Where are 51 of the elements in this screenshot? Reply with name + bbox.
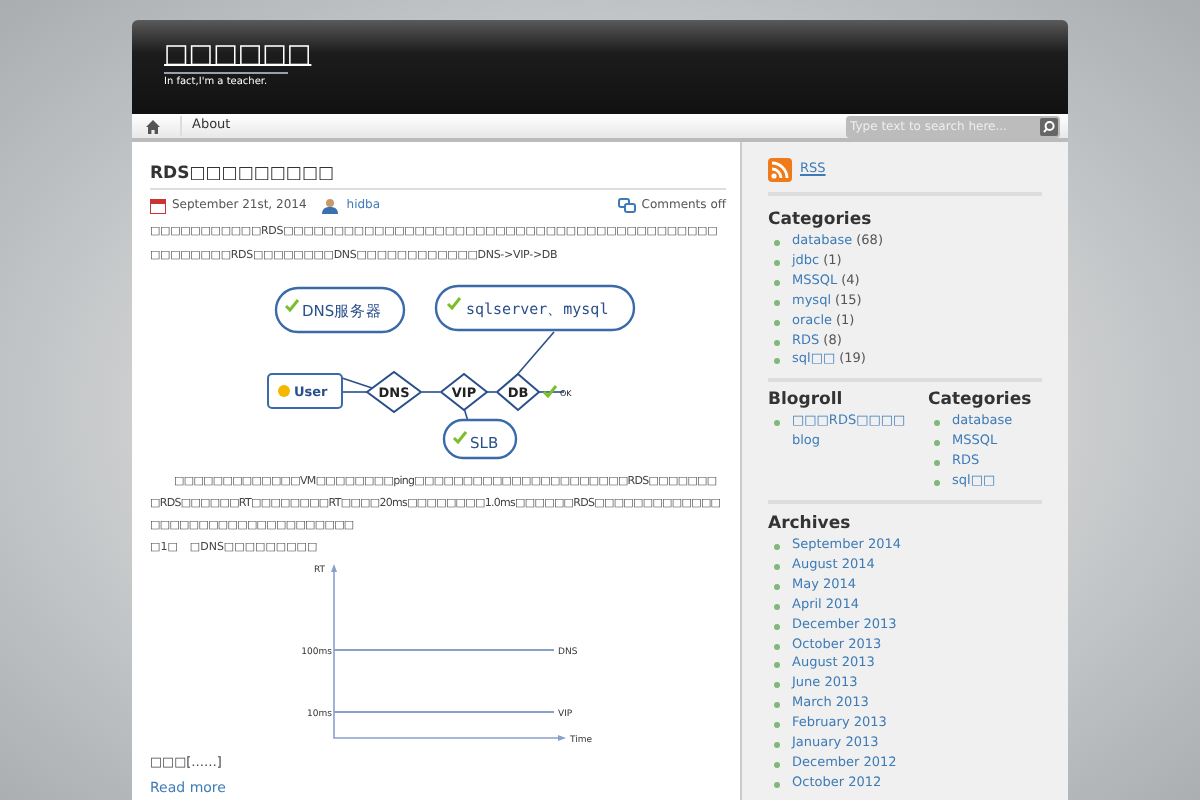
bullet-icon xyxy=(774,682,780,689)
bullet-icon xyxy=(934,460,940,467)
bullet-icon xyxy=(934,420,940,427)
bullet-icon xyxy=(774,781,780,788)
bullet-icon xyxy=(934,440,940,447)
diamond-shape xyxy=(495,372,541,412)
post-title[interactable]: RDS□□□□□□□□□ xyxy=(150,162,726,186)
search-icon[interactable] xyxy=(1040,117,1058,135)
user-icon xyxy=(322,197,339,213)
bullet-icon xyxy=(774,279,780,286)
check-icon xyxy=(284,299,300,313)
bullet-icon xyxy=(774,742,780,749)
diamond-shape xyxy=(439,372,489,412)
check-icon xyxy=(452,431,468,445)
bullet-icon xyxy=(774,299,780,306)
connector-line xyxy=(485,391,497,393)
user-box xyxy=(267,373,343,409)
check-icon xyxy=(542,385,558,399)
cloud-shape xyxy=(442,418,518,460)
bullet-icon xyxy=(774,761,780,768)
bullet-icon xyxy=(774,240,780,246)
connector-line xyxy=(537,391,565,393)
comments-icon xyxy=(617,197,636,213)
widget-title: Archives xyxy=(768,513,853,536)
site-title[interactable]: □□□□□□ xyxy=(164,42,312,70)
bullet-icon xyxy=(774,358,780,365)
bullet-icon xyxy=(774,319,780,326)
check-icon xyxy=(446,297,462,311)
bullet-icon xyxy=(774,563,780,570)
cloud-shape xyxy=(274,286,406,334)
bullet-icon xyxy=(774,722,780,729)
widget-title: Categories xyxy=(768,210,874,232)
rss-icon[interactable] xyxy=(768,158,792,182)
bullet-icon xyxy=(774,583,780,590)
bullet-icon xyxy=(774,623,780,630)
bullet-icon xyxy=(934,480,940,487)
home-icon[interactable] xyxy=(146,119,160,133)
connector-line xyxy=(515,331,555,377)
diamond-shape xyxy=(365,370,423,414)
bullet-icon xyxy=(774,259,780,266)
widget-title: Categories xyxy=(928,390,1032,413)
bullet-icon xyxy=(774,702,780,709)
bullet-icon xyxy=(774,339,780,346)
calendar-icon xyxy=(150,197,166,213)
bullet-icon xyxy=(774,420,780,427)
bullet-icon xyxy=(774,662,780,669)
widget-title: Blogroll xyxy=(768,390,845,413)
bullet-icon xyxy=(774,543,780,550)
connector-line xyxy=(421,391,441,393)
bullet-icon xyxy=(774,643,780,649)
bullet-icon xyxy=(774,603,780,610)
